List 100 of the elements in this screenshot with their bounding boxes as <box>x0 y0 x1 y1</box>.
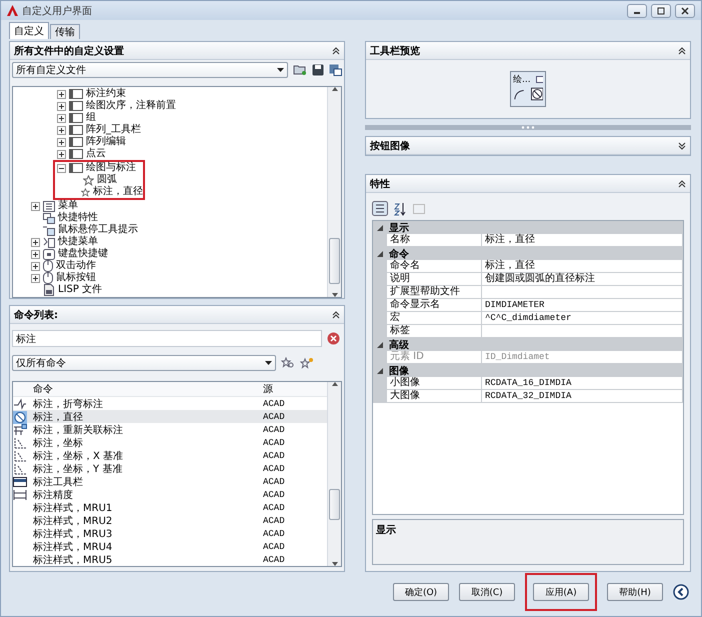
list-row[interactable]: 标注，重新关联标注 ACAD <box>13 423 327 436</box>
tree-item[interactable]: 标注约束 <box>17 88 327 100</box>
expand-icon[interactable] <box>678 142 686 150</box>
scroll-thumb[interactable] <box>329 488 340 520</box>
collapse-icon[interactable] <box>678 180 686 188</box>
dropdown-value: 仅所有命令 <box>16 356 66 370</box>
collapse-icon[interactable] <box>57 164 66 172</box>
collapse-icon[interactable] <box>332 310 340 318</box>
property-value[interactable]: RCDATA_32_DIMDIA <box>482 390 683 402</box>
expand-icon[interactable] <box>31 262 40 270</box>
tree-item[interactable]: 快捷特性 <box>17 212 327 224</box>
tree-item[interactable]: 绘图与标注 <box>55 162 143 174</box>
expand-icon[interactable] <box>31 202 40 210</box>
table-cell-text: 标注，坐标，X 基准 <box>33 450 124 463</box>
list-row[interactable]: 标注样式，MRU2 ACAD <box>13 514 327 527</box>
expand-icon[interactable] <box>31 250 40 258</box>
dropdown-arrow-icon[interactable] <box>277 68 284 72</box>
save-icon[interactable] <box>312 64 324 76</box>
file-dropdown[interactable]: 所有自定义文件 <box>12 62 288 78</box>
dialog-button[interactable]: 取消(C) <box>459 583 515 601</box>
collapse-icon[interactable] <box>377 368 383 374</box>
expand-icon[interactable] <box>57 102 66 110</box>
scrollbar[interactable] <box>327 382 341 566</box>
collapse-icon[interactable] <box>377 342 383 348</box>
arc-icon <box>513 87 526 101</box>
tree-item[interactable]: LISP 文件 <box>17 284 327 296</box>
scroll-thumb[interactable] <box>329 238 340 284</box>
clear-search-icon[interactable] <box>327 332 340 345</box>
category-header[interactable]: 命令 <box>373 247 683 260</box>
property-value[interactable]: 标注，直径 <box>482 260 683 272</box>
dropdown-arrow-icon[interactable] <box>265 361 272 365</box>
maximize-button[interactable] <box>651 4 671 18</box>
expand-icon[interactable] <box>57 126 66 134</box>
sort-icon[interactable] <box>393 202 407 216</box>
list-row[interactable]: 标注，坐标 ACAD <box>13 436 327 449</box>
scrollbar[interactable] <box>327 87 341 297</box>
tree-item[interactable]: 菜单 <box>17 200 327 212</box>
tree-item[interactable]: 标注，直径 <box>55 186 143 198</box>
category-header[interactable]: 图像 <box>373 364 683 377</box>
list-row[interactable]: 标注，直径 ACAD <box>13 410 327 423</box>
tab[interactable]: 传输 <box>50 24 80 39</box>
tree-item[interactable]: 键盘快捷键 <box>17 248 327 260</box>
scroll-down-icon[interactable] <box>332 293 338 297</box>
list-row[interactable]: 标注，折弯标注 ACAD <box>13 397 327 410</box>
expand-icon[interactable] <box>31 238 40 246</box>
list-row[interactable]: 标注样式，MRU4 ACAD <box>13 540 327 553</box>
search-field[interactable]: 标注 <box>12 330 322 347</box>
category-header[interactable]: 高级 <box>373 338 683 351</box>
property-value[interactable]: 创建圆或圆弧的直径标注 <box>482 273 683 285</box>
collapse-icon[interactable] <box>332 46 340 54</box>
collapse-icon[interactable] <box>377 250 383 256</box>
scroll-down-icon[interactable] <box>332 562 338 566</box>
tree-item[interactable]: 圆弧 <box>55 174 143 186</box>
expand-icon[interactable] <box>57 138 66 146</box>
close-button[interactable] <box>675 4 695 18</box>
tree-item[interactable]: 绘图次序，注释前置 <box>17 100 327 112</box>
categorized-icon[interactable] <box>372 201 388 216</box>
scroll-up-icon[interactable] <box>332 382 338 386</box>
list-row[interactable]: 标注精度 ACAD <box>13 488 327 501</box>
table-cell-text: 标注，坐标，Y 基准 <box>33 462 124 476</box>
property-value[interactable]: DIMDIAMETER <box>482 299 683 311</box>
tab[interactable]: 自定义 <box>9 22 49 39</box>
find-star-icon[interactable] <box>281 357 295 369</box>
open-folder-icon[interactable] <box>293 64 307 76</box>
minimize-button[interactable] <box>627 4 647 18</box>
collapse-panel-button[interactable] <box>673 584 689 600</box>
tree-item[interactable]: 快捷菜单 <box>17 236 327 248</box>
list-row[interactable]: 标注样式，MRU5 ACAD <box>13 553 327 566</box>
list-row[interactable]: 标注工具栏 ACAD <box>13 475 327 488</box>
tree-item[interactable]: 鼠标按钮 <box>17 272 327 284</box>
tree-item[interactable]: 阵列编辑 <box>17 136 327 148</box>
list-row[interactable]: 标注，坐标，X 基准 ACAD <box>13 449 327 462</box>
save-as-icon[interactable] <box>329 64 342 76</box>
dialog-button[interactable]: 应用(A) <box>533 583 589 601</box>
collapse-icon[interactable] <box>377 224 383 230</box>
property-value[interactable]: RCDATA_16_DIMDIA <box>482 377 683 389</box>
property-value[interactable]: ^C^C_dimdiameter <box>482 312 683 324</box>
list-row[interactable]: 标注，坐标，Y 基准 ACAD <box>13 462 327 475</box>
list-row[interactable]: 标注样式，MRU3 ACAD <box>13 527 327 540</box>
tree-item[interactable]: 点云 <box>17 148 327 160</box>
dialog-button[interactable]: 帮助(H) <box>607 583 663 601</box>
app-logo-icon <box>7 5 18 16</box>
property-value[interactable]: 标注，直径 <box>482 234 683 246</box>
filter-dropdown[interactable]: 仅所有命令 <box>12 355 276 371</box>
expand-icon[interactable] <box>57 150 66 158</box>
new-star-icon[interactable] <box>300 357 314 369</box>
tree-item[interactable]: 鼠标悬停工具提示 <box>17 224 327 236</box>
expand-icon[interactable] <box>57 114 66 122</box>
tree-item[interactable]: 双击动作 <box>17 260 327 272</box>
collapse-icon[interactable] <box>678 46 686 54</box>
scroll-up-icon[interactable] <box>332 87 338 91</box>
expand-icon[interactable] <box>31 274 40 282</box>
tree-item[interactable]: 组 <box>17 112 327 124</box>
expand-icon[interactable] <box>57 90 66 98</box>
column-header[interactable]: 源 <box>263 382 327 396</box>
column-header[interactable]: 命令 <box>33 382 263 396</box>
tree-item[interactable]: 阵列_工具栏 <box>17 124 327 136</box>
dialog-button[interactable]: 确定(O) <box>393 583 449 601</box>
category-header[interactable]: 显示 <box>373 221 683 234</box>
list-row[interactable]: 标注样式，MRU1 ACAD <box>13 501 327 514</box>
